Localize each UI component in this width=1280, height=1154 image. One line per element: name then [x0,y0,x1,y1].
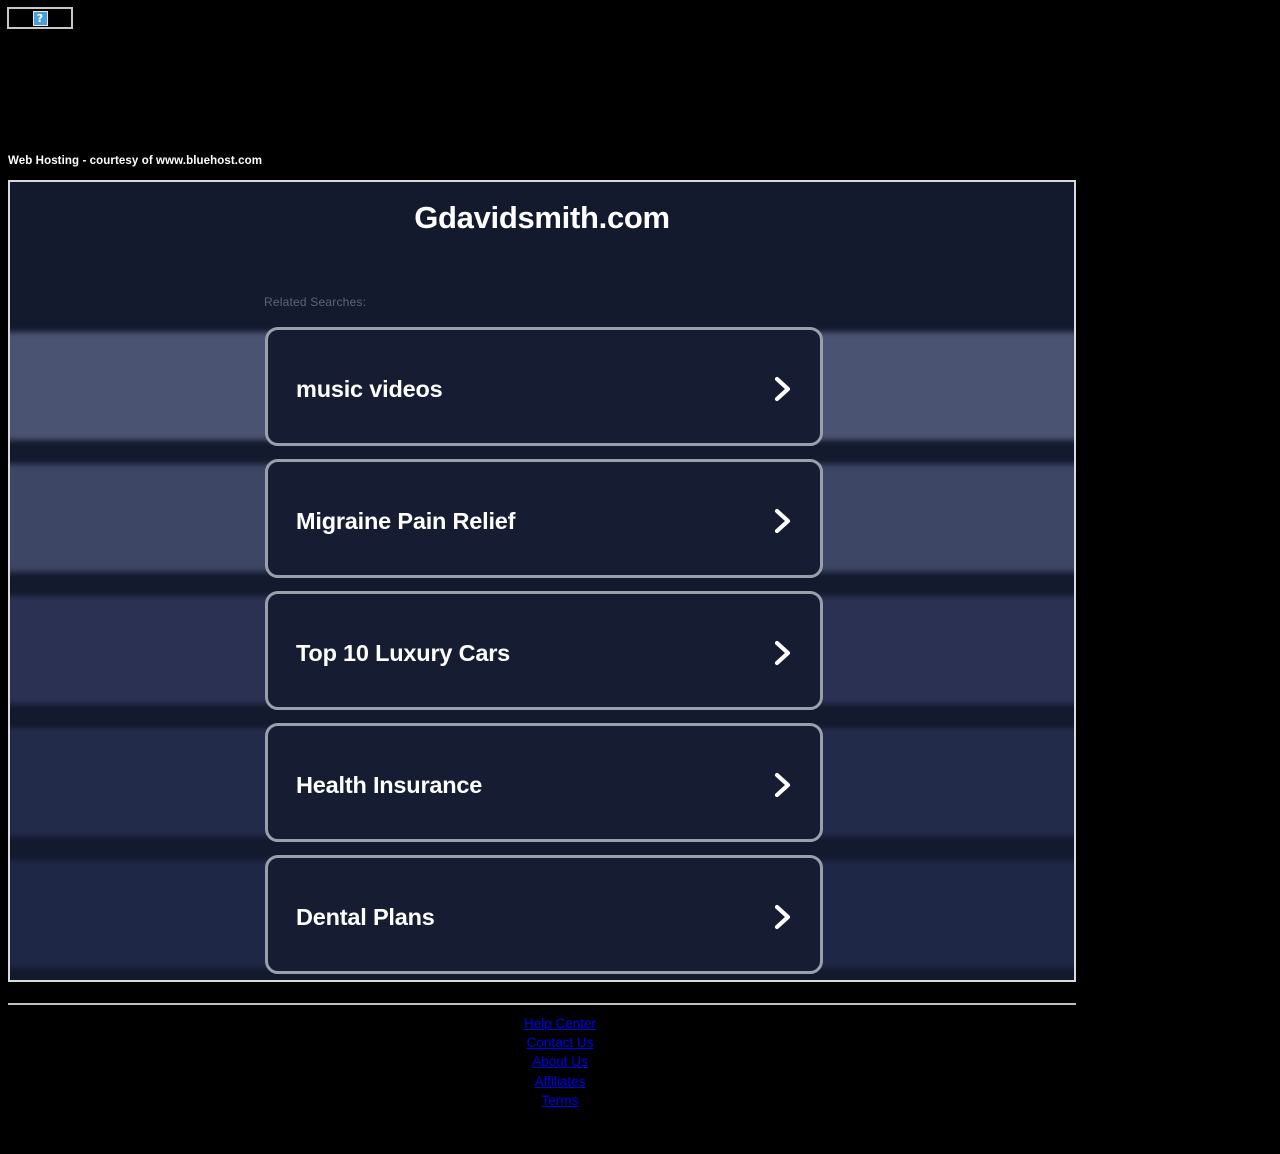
chevron-right-icon [771,376,795,402]
related-search-card-label: Health Insurance [296,772,483,798]
parked-domain-frame: Gdavidsmith.com Related Searches: music … [8,180,1076,982]
footer-link[interactable]: Help Center [0,1014,1120,1033]
web-hosting-courtesy-text: Web Hosting - courtesy of www.bluehost.c… [8,155,263,167]
chevron-right-icon [771,508,795,534]
related-search-card-label: Migraine Pain Relief [296,508,516,534]
page-title: Gdavidsmith.com [414,200,670,235]
related-search-card-label: Top 10 Luxury Cars [296,640,511,666]
footer-link[interactable]: Terms [0,1091,1120,1110]
related-search-card[interactable]: music videos [265,327,823,446]
chevron-right-icon [771,772,795,798]
related-search-card[interactable]: Top 10 Luxury Cars [265,591,823,710]
chevron-right-icon [771,640,795,666]
chevron-right-icon [771,904,795,930]
footer-link[interactable]: Contact Us [0,1033,1120,1052]
footer-divider [8,1003,1076,1005]
related-search-card-label: Dental Plans [296,904,435,930]
related-search-card[interactable]: Dental Plans [265,855,823,974]
footer-links: Help Center Contact Us About Us Affiliates T… [0,1014,1120,1110]
related-searches-list: music videos Migraine Pain Relief Top 10 L… [265,327,823,980]
broken-image-placeholder: ? [7,7,73,29]
footer-link[interactable]: About Us [0,1052,1120,1071]
related-searches-label: Related Searches: [264,295,367,309]
related-search-card[interactable]: Health Insurance [265,723,823,842]
related-search-card-label: music videos [296,376,443,402]
footer-link[interactable]: Affiliates [0,1072,1120,1091]
broken-image-question-icon: ? [32,10,48,26]
related-search-card[interactable]: Migraine Pain Relief [265,459,823,578]
